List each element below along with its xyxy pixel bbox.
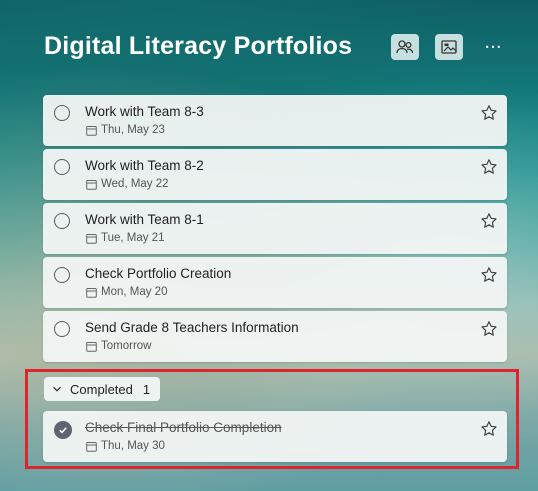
star-icon[interactable]	[480, 320, 498, 338]
due-date-text: Thu, May 23	[101, 124, 165, 136]
task-item[interactable]: Work with Team 8-1 Tue, May 21	[43, 203, 507, 254]
star-icon[interactable]	[480, 212, 498, 230]
image-icon	[441, 40, 457, 54]
calendar-icon	[86, 341, 97, 352]
due-date-text: Mon, May 20	[101, 286, 168, 298]
due-date: Wed, May 22	[86, 178, 169, 190]
more-options-button[interactable]: ···	[480, 34, 506, 60]
due-date: Mon, May 20	[86, 286, 167, 298]
task-list: Work with Team 8-3 Thu, May 23 Work with…	[43, 95, 507, 365]
people-icon	[396, 40, 414, 54]
task-item[interactable]: Work with Team 8-3 Thu, May 23	[43, 95, 507, 146]
highlight-box	[25, 369, 519, 469]
complete-checkbox[interactable]	[54, 267, 70, 283]
calendar-icon	[86, 125, 97, 136]
task-title: Send Grade 8 Teachers Information	[85, 320, 299, 335]
due-date-text: Wed, May 22	[101, 178, 169, 190]
task-item[interactable]: Work with Team 8-2 Wed, May 22	[43, 149, 507, 200]
complete-checkbox[interactable]	[54, 213, 70, 229]
due-date-text: Tue, May 21	[101, 232, 165, 244]
due-date: Tomorrow	[86, 340, 151, 352]
task-item[interactable]: Check Portfolio Creation Mon, May 20	[43, 257, 507, 308]
task-title: Work with Team 8-2	[85, 158, 204, 173]
complete-checkbox[interactable]	[54, 105, 70, 121]
due-date: Tue, May 21	[86, 232, 165, 244]
calendar-icon	[86, 287, 97, 298]
star-icon[interactable]	[480, 158, 498, 176]
task-title: Work with Team 8-1	[85, 212, 204, 227]
task-title: Work with Team 8-3	[85, 104, 204, 119]
list-title: Digital Literacy Portfolios	[44, 32, 353, 60]
calendar-icon	[86, 233, 97, 244]
task-item[interactable]: Send Grade 8 Teachers Information Tomorr…	[43, 311, 507, 362]
complete-checkbox[interactable]	[54, 321, 70, 337]
task-title: Check Portfolio Creation	[85, 266, 232, 281]
calendar-icon	[86, 179, 97, 190]
complete-checkbox[interactable]	[54, 159, 70, 175]
due-date-text: Tomorrow	[101, 340, 152, 352]
share-list-button[interactable]	[391, 34, 419, 60]
star-icon[interactable]	[480, 266, 498, 284]
due-date: Thu, May 23	[86, 124, 165, 136]
star-icon[interactable]	[480, 104, 498, 122]
change-background-button[interactable]	[435, 34, 463, 60]
